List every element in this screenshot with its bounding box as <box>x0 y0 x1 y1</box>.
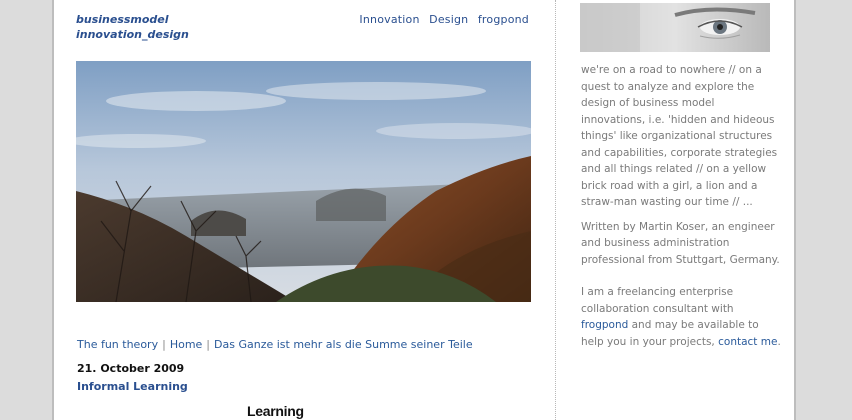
nav-link-innovation[interactable]: Innovation <box>359 13 419 26</box>
contact-link[interactable]: contact me <box>718 336 777 348</box>
nav-link-design[interactable]: Design <box>429 13 468 26</box>
author-portrait <box>580 3 770 52</box>
sidebar: we're on a road to nowhere // on a quest… <box>581 62 781 358</box>
nav-separator: | <box>162 338 166 351</box>
top-nav: Innovation Design frogpond <box>353 12 529 27</box>
sidebar-freelance: I am a freelancing enterprise collaborat… <box>581 284 781 350</box>
next-post-link[interactable]: Das Ganze ist mehr als die Summe seiner … <box>214 338 473 351</box>
post-navigation: The fun theory | Home | Das Ganze ist mehr a… <box>77 337 473 352</box>
site-title[interactable]: businessmodel innovation_design <box>76 12 189 42</box>
sidebar-author: Written by Martin Koser, an engineer and… <box>581 220 780 266</box>
page: businessmodel innovation_design Innovati… <box>52 0 796 420</box>
prev-post-link[interactable]: The fun theory <box>77 338 158 351</box>
frogpond-link[interactable]: frogpond <box>581 319 628 331</box>
home-link[interactable]: Home <box>170 338 202 351</box>
post-title[interactable]: Informal Learning <box>77 380 188 393</box>
nav-link-frogpond[interactable]: frogpond <box>478 13 529 26</box>
site-title-line1[interactable]: businessmodel <box>76 12 189 27</box>
site-title-line2[interactable]: innovation_design <box>76 27 189 42</box>
freelance-text-pre: I am a freelancing enterprise collaborat… <box>581 286 734 315</box>
post-date: 21. October 2009 <box>77 362 185 375</box>
sidebar-divider <box>555 0 556 420</box>
post-image-caption: Learning <box>247 403 304 419</box>
nav-separator: | <box>206 338 211 351</box>
freelance-text-end: . <box>777 335 781 348</box>
sidebar-intro: we're on a road to nowhere // on a quest… <box>581 64 778 208</box>
landscape-photo <box>76 61 531 302</box>
